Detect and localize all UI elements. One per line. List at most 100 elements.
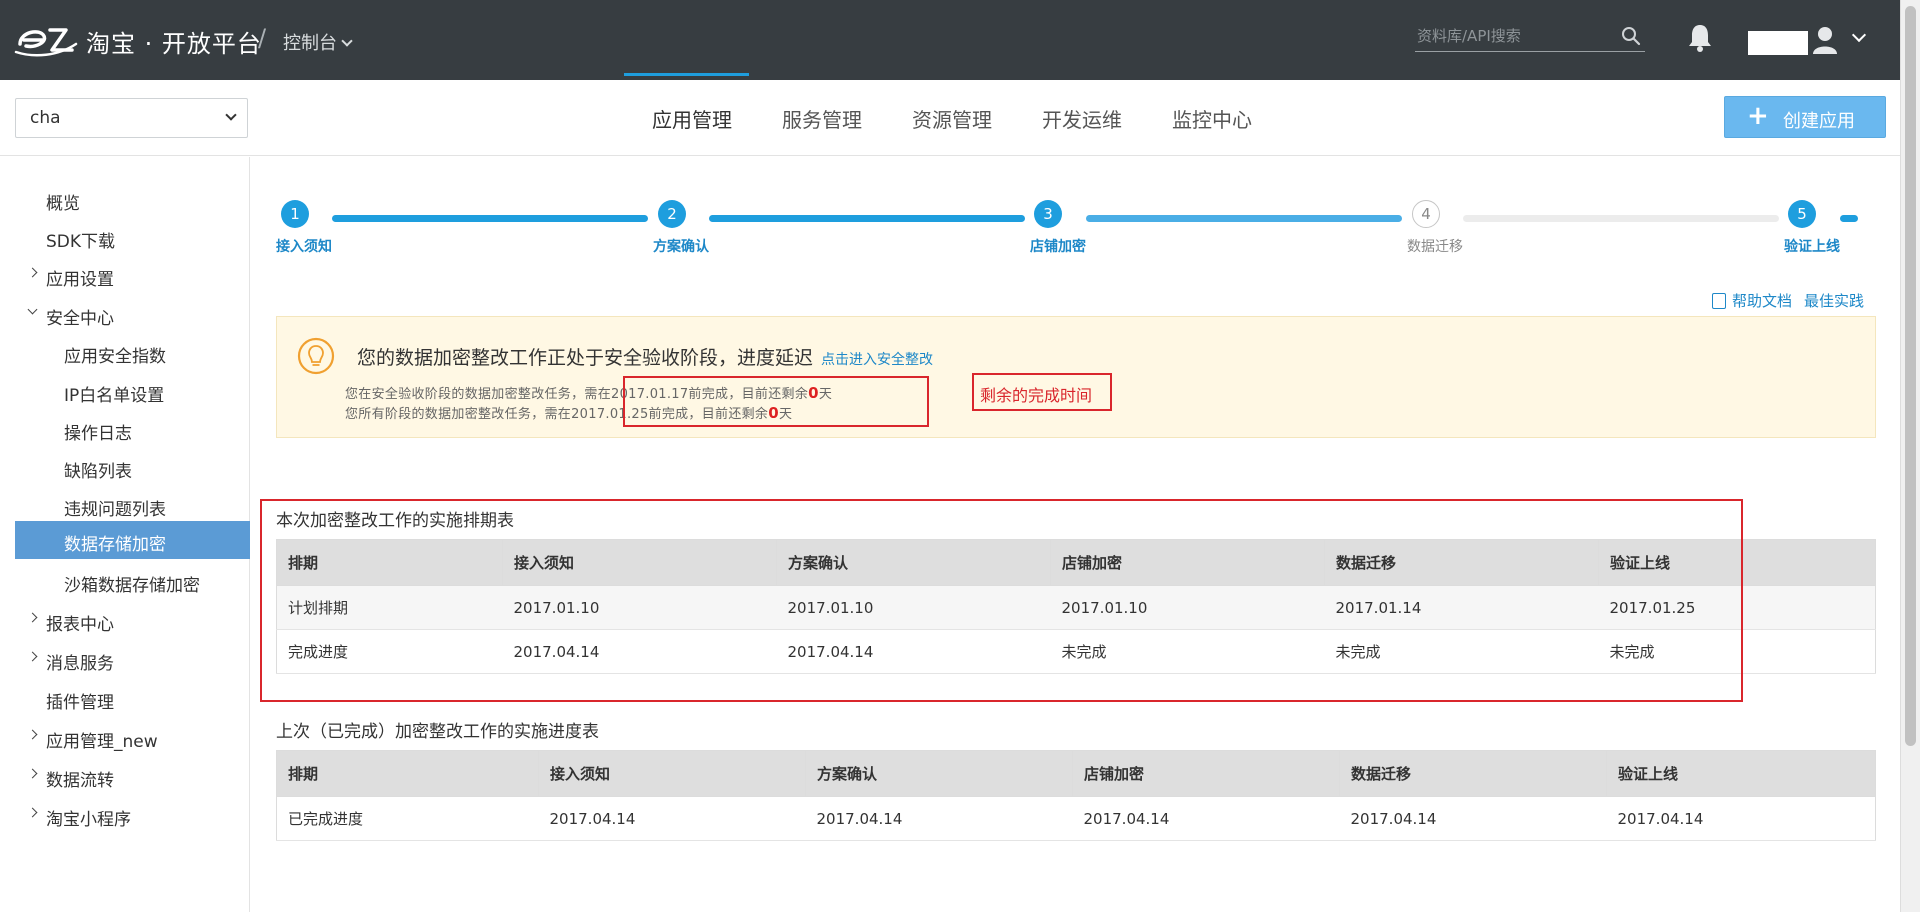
sidebar-item-overview[interactable]: 概览 — [0, 181, 250, 217]
step-connector — [1086, 215, 1402, 222]
step-2-label: 方案确认 — [653, 239, 709, 255]
sidebar-item-label: 应用管理_new — [46, 732, 158, 752]
column-header: 店铺加密 — [1072, 750, 1340, 797]
column-header: 排期 — [276, 750, 539, 797]
tab-resource-management[interactable]: 资源管理 — [912, 104, 992, 133]
progress-steps: 1 接入须知 2 方案确认 3 店铺加密 4 数据迁移 5 验证上线 — [276, 200, 1876, 260]
tab-devops[interactable]: 开发运维 — [1042, 104, 1122, 133]
sidebar-item-label: 数据存储加密 — [64, 535, 166, 555]
step-connector — [1840, 215, 1858, 222]
chevron-right-icon — [27, 807, 38, 818]
sidebar-item-sandbox-encryption[interactable]: 沙箱数据存储加密 — [0, 563, 250, 599]
sidebar-item-app-security-index[interactable]: 应用安全指数 — [0, 334, 250, 370]
column-header: 验证上线 — [1606, 750, 1876, 797]
sidebar: 概览 SDK下载 应用设置 安全中心 应用安全指数 IP白名单设置 操作日志 缺… — [0, 157, 250, 912]
best-practice-link[interactable]: 最佳实践 — [1804, 292, 1864, 310]
create-app-button[interactable]: + 创建应用 — [1724, 96, 1886, 138]
plus-icon: + — [1747, 101, 1769, 131]
sidebar-item-sdk-download[interactable]: SDK下载 — [0, 219, 250, 255]
sidebar-item-mini-program[interactable]: 淘宝小程序 — [0, 797, 250, 833]
sidebar-item-label: 消息服务 — [46, 654, 114, 674]
tab-monitoring[interactable]: 监控中心 — [1172, 104, 1252, 133]
step-5-number: 5 — [1788, 200, 1816, 228]
sidebar-item-plugin-management[interactable]: 插件管理 — [0, 680, 250, 716]
help-doc-link[interactable]: 帮助文档 — [1732, 292, 1792, 310]
sidebar-item-label: 安全中心 — [46, 309, 114, 329]
console-menu[interactable]: 控制台 — [283, 29, 353, 55]
table-row: 已完成进度 2017.04.14 2017.04.14 2017.04.14 2… — [276, 796, 1876, 841]
scrollbar-thumb[interactable] — [1905, 6, 1916, 746]
sidebar-item-label: 概览 — [46, 194, 80, 214]
table-cell: 2017.04.14 — [805, 796, 1073, 841]
sidebar-item-label: SDK下载 — [46, 232, 116, 252]
sidebar-item-report-center[interactable]: 报表中心 — [0, 602, 250, 638]
nav-bar: cha 应用管理 服务管理 资源管理 开发运维 监控中心 + 创建应用 — [0, 80, 1900, 156]
deadline-highlight-box — [623, 376, 929, 427]
sidebar-item-label: 应用安全指数 — [64, 347, 166, 367]
app-select[interactable]: cha — [15, 98, 248, 138]
sidebar-item-security-center[interactable]: 安全中心 — [0, 296, 250, 332]
search-icon[interactable] — [1621, 26, 1641, 46]
brand-title[interactable]: 淘宝 · 开放平台 — [86, 24, 262, 59]
notice-title-text: 您的数据加密整改工作正处于安全验收阶段，进度延迟 — [357, 347, 814, 369]
step-1-label: 接入须知 — [276, 239, 332, 255]
table-cell: 2017.04.14 — [1072, 796, 1340, 841]
sidebar-item-operation-log[interactable]: 操作日志 — [0, 411, 250, 447]
security-rectify-link[interactable]: 点击进入安全整改 — [821, 352, 933, 368]
chevron-right-icon — [27, 729, 38, 740]
create-app-label: 创建应用 — [1783, 111, 1855, 132]
sidebar-item-data-storage-encryption[interactable]: 数据存储加密 — [15, 521, 250, 559]
step-4-number: 4 — [1412, 200, 1440, 228]
app-select-value: cha — [30, 108, 61, 128]
schedule-highlight-box — [260, 499, 1743, 702]
chevron-right-icon — [27, 768, 38, 779]
taobao-logo-icon[interactable] — [14, 22, 80, 58]
table-cell: 2017.04.14 — [1606, 796, 1876, 841]
search-box[interactable] — [1415, 22, 1645, 52]
sidebar-item-label: 沙箱数据存储加密 — [64, 576, 200, 596]
notice-title: 您的数据加密整改工作正处于安全验收阶段，进度延迟 点击进入安全整改 — [357, 343, 933, 370]
sidebar-item-label: 缺陷列表 — [64, 462, 132, 482]
top-bar: 淘宝 · 开放平台 / 控制台 — [0, 0, 1900, 80]
table-header-row: 排期 接入须知 方案确认 店铺加密 数据迁移 验证上线 — [276, 750, 1876, 797]
sidebar-item-app-management-new[interactable]: 应用管理_new — [0, 719, 250, 755]
column-header: 方案确认 — [805, 750, 1073, 797]
step-connector — [332, 215, 648, 222]
user-menu-chevron-icon[interactable] — [1851, 27, 1867, 43]
step-3-number: 3 — [1034, 200, 1062, 228]
help-links: 帮助文档 最佳实践 — [1712, 290, 1864, 311]
chevron-down-icon — [225, 109, 237, 121]
vertical-scrollbar[interactable] — [1900, 0, 1920, 912]
chevron-down-icon — [27, 304, 38, 315]
step-5-label: 验证上线 — [1784, 239, 1840, 255]
sidebar-item-label: 报表中心 — [46, 615, 114, 635]
sidebar-item-label: IP白名单设置 — [64, 386, 165, 406]
annotation-label: 剩余的完成时间 — [980, 386, 1093, 405]
sidebar-item-label: 插件管理 — [46, 693, 114, 713]
search-input[interactable] — [1415, 22, 1615, 50]
username-box[interactable] — [1748, 31, 1808, 55]
sidebar-item-defect-list[interactable]: 缺陷列表 — [0, 449, 250, 485]
sidebar-item-message-service[interactable]: 消息服务 — [0, 641, 250, 677]
sidebar-item-label: 数据流转 — [46, 771, 114, 791]
user-icon[interactable] — [1812, 26, 1838, 54]
sidebar-item-label: 违规问题列表 — [64, 500, 166, 520]
tab-app-management[interactable]: 应用管理 — [652, 104, 732, 133]
sidebar-item-violation-list[interactable]: 违规问题列表 — [0, 487, 250, 523]
bell-icon[interactable] — [1687, 22, 1713, 52]
sidebar-item-label: 淘宝小程序 — [46, 810, 131, 830]
column-header: 接入须知 — [538, 750, 806, 797]
sidebar-item-data-flow[interactable]: 数据流转 — [0, 758, 250, 794]
step-4-label: 数据迁移 — [1407, 239, 1463, 255]
sidebar-item-ip-whitelist[interactable]: IP白名单设置 — [0, 373, 250, 409]
step-1-number: 1 — [281, 200, 309, 228]
table-cell: 2017.04.14 — [1339, 796, 1607, 841]
sidebar-item-label: 应用设置 — [46, 270, 114, 290]
sidebar-item-app-settings[interactable]: 应用设置 — [0, 257, 250, 293]
step-3-label: 店铺加密 — [1030, 239, 1086, 255]
table-cell: 已完成进度 — [276, 796, 539, 841]
progress-table: 排期 接入须知 方案确认 店铺加密 数据迁移 验证上线 已完成进度 2017.0… — [276, 750, 1876, 841]
tab-service-management[interactable]: 服务管理 — [782, 104, 862, 133]
table-cell: 2017.04.14 — [538, 796, 806, 841]
console-label: 控制台 — [283, 33, 337, 54]
